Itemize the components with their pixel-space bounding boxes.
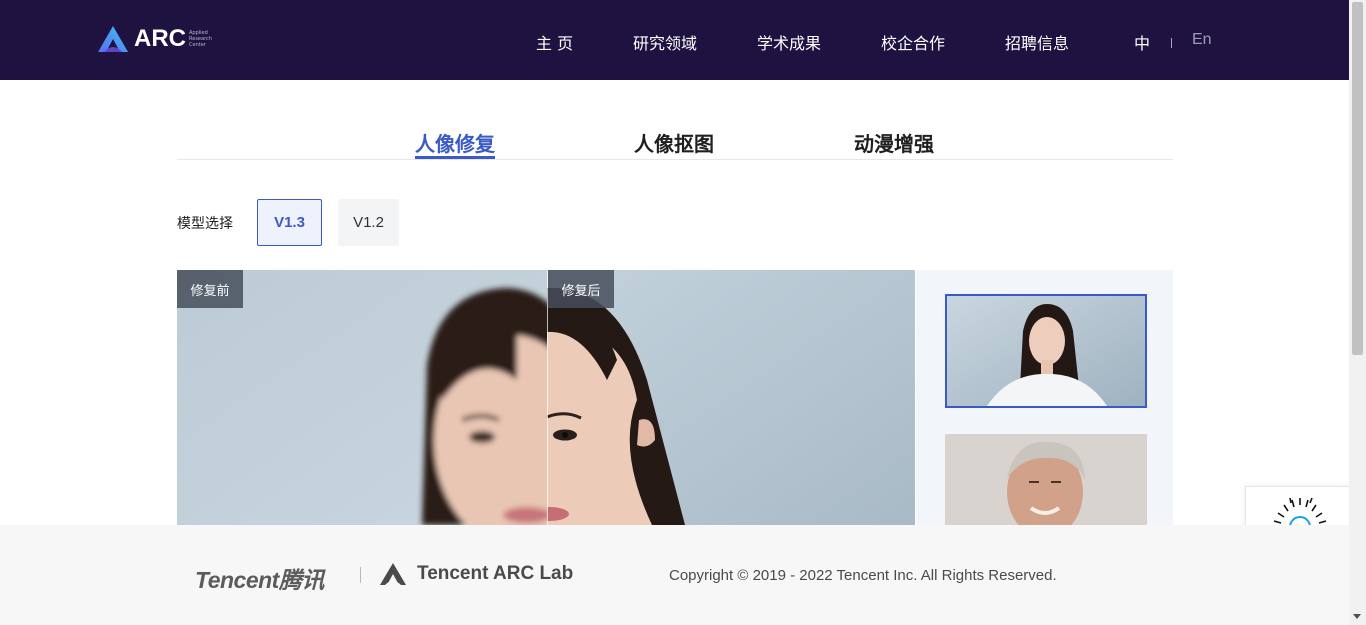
before-label: 修复前 xyxy=(177,270,243,308)
thumb-image-man xyxy=(945,434,1147,534)
after-label: 修复后 xyxy=(548,270,614,308)
version-v1-3-button[interactable]: V1.3 xyxy=(257,199,322,246)
feature-tabs: 人像修复 人像抠图 动漫增强 xyxy=(177,126,1173,160)
comparison-divider[interactable] xyxy=(547,270,548,525)
arc-lab-icon xyxy=(380,563,406,585)
comparison-image xyxy=(177,270,915,525)
logo-text: ARC xyxy=(134,25,186,52)
sample-thumb-2[interactable] xyxy=(945,434,1147,534)
footer-logo-divider xyxy=(360,567,361,583)
arc-logo[interactable]: ARC Applied Research Center xyxy=(96,24,219,54)
before-after-comparison[interactable] xyxy=(177,270,915,525)
logo-subtitle: Applied Research Center xyxy=(189,30,219,48)
copyright-text: Copyright © 2019 - 2022 Tencent Inc. All… xyxy=(669,567,1057,584)
version-v1-2-button[interactable]: V1.2 xyxy=(338,199,399,246)
scroll-down-arrow-icon[interactable] xyxy=(1353,614,1361,619)
nav-careers[interactable]: 招聘信息 xyxy=(1005,30,1069,54)
sample-thumb-1[interactable] xyxy=(945,294,1147,408)
nav-research[interactable]: 研究领域 xyxy=(633,30,697,54)
nav-cooperation[interactable]: 校企合作 xyxy=(881,30,945,54)
scrollbar-thumb[interactable] xyxy=(1352,2,1363,355)
model-select-label: 模型选择 xyxy=(177,216,233,232)
active-tab-indicator xyxy=(415,156,495,159)
top-navbar: ARC Applied Research Center 主 页 研究领域 学术成… xyxy=(0,0,1349,80)
thumb-image-woman xyxy=(947,296,1145,406)
arc-logo-icon xyxy=(98,26,128,52)
logo-sub-line: Center xyxy=(189,42,206,48)
nav-home[interactable]: 主 页 xyxy=(536,30,573,54)
tencent-logo[interactable]: Tencent腾讯 xyxy=(195,561,324,595)
page-scrollbar[interactable] xyxy=(1349,0,1366,625)
tab-face-restoration[interactable]: 人像修复 xyxy=(415,128,495,157)
lang-chinese[interactable]: 中 xyxy=(1134,30,1150,54)
tab-portrait-matting[interactable]: 人像抠图 xyxy=(634,128,714,157)
arc-lab-text: Tencent ARC Lab xyxy=(417,563,574,584)
arc-lab-logo[interactable]: Tencent ARC Lab xyxy=(379,562,573,586)
site-footer: Tencent腾讯 Tencent ARC Lab Copyright © 20… xyxy=(0,525,1349,625)
tab-anime-enhance[interactable]: 动漫增强 xyxy=(854,128,934,157)
lang-divider xyxy=(1171,38,1172,48)
sample-thumbnails xyxy=(916,270,1173,534)
page: ARC Applied Research Center 主 页 研究领域 学术成… xyxy=(0,0,1366,625)
lang-english[interactable]: En xyxy=(1192,31,1212,49)
nav-publications[interactable]: 学术成果 xyxy=(757,30,821,54)
